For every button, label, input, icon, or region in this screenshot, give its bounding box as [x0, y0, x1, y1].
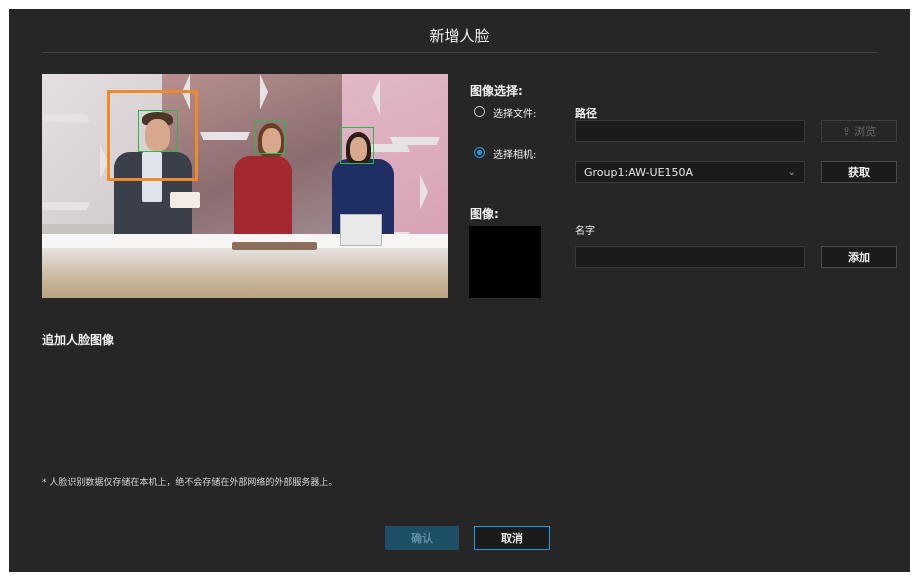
- radio-select-camera[interactable]: [474, 147, 485, 158]
- cancel-button[interactable]: 取消: [474, 526, 550, 550]
- path-label: 路径: [575, 107, 597, 120]
- upload-icon: ⇪: [841, 124, 852, 138]
- add-face-dialog: 新增人脸 图像选择: 选择文件: 选择相机: 路径 ⇪ 浏览 Group1:AW…: [9, 9, 910, 572]
- name-input[interactable]: [575, 246, 805, 268]
- title-divider: [42, 52, 877, 53]
- face-box-selected[interactable]: [107, 90, 198, 181]
- camera-preview-image[interactable]: [42, 74, 448, 298]
- select-camera-label: 选择相机:: [493, 150, 537, 161]
- face-thumbnail: [469, 226, 541, 298]
- add-button[interactable]: 添加: [821, 246, 897, 268]
- dialog-title: 新增人脸: [429, 27, 490, 45]
- chevron-down-icon: ⌄: [787, 167, 796, 178]
- radio-select-file[interactable]: [474, 106, 485, 117]
- preview-box: [340, 214, 382, 246]
- camera-select-value: Group1:AW-UE150A: [584, 165, 694, 179]
- face-box-2[interactable]: [254, 121, 285, 154]
- path-input[interactable]: [575, 120, 805, 142]
- privacy-note: * 人脸识别数据仅存储在本机上，绝不会存储在外部网络的外部服务器上。: [42, 478, 338, 488]
- append-face-heading: 追加人脸图像: [42, 333, 115, 347]
- name-label: 名字: [575, 226, 595, 237]
- confirm-button[interactable]: 确认: [385, 526, 459, 550]
- browse-button[interactable]: ⇪ 浏览: [821, 120, 897, 142]
- fetch-button[interactable]: 获取: [821, 161, 897, 183]
- face-box-3[interactable]: [340, 127, 374, 164]
- select-file-label: 选择文件:: [493, 109, 537, 120]
- browse-label: 浏览: [854, 125, 877, 138]
- camera-select[interactable]: Group1:AW-UE150A ⌄: [575, 161, 805, 183]
- preview-tray: [232, 242, 317, 250]
- image-heading: 图像:: [470, 207, 499, 221]
- image-selection-heading: 图像选择:: [470, 84, 523, 98]
